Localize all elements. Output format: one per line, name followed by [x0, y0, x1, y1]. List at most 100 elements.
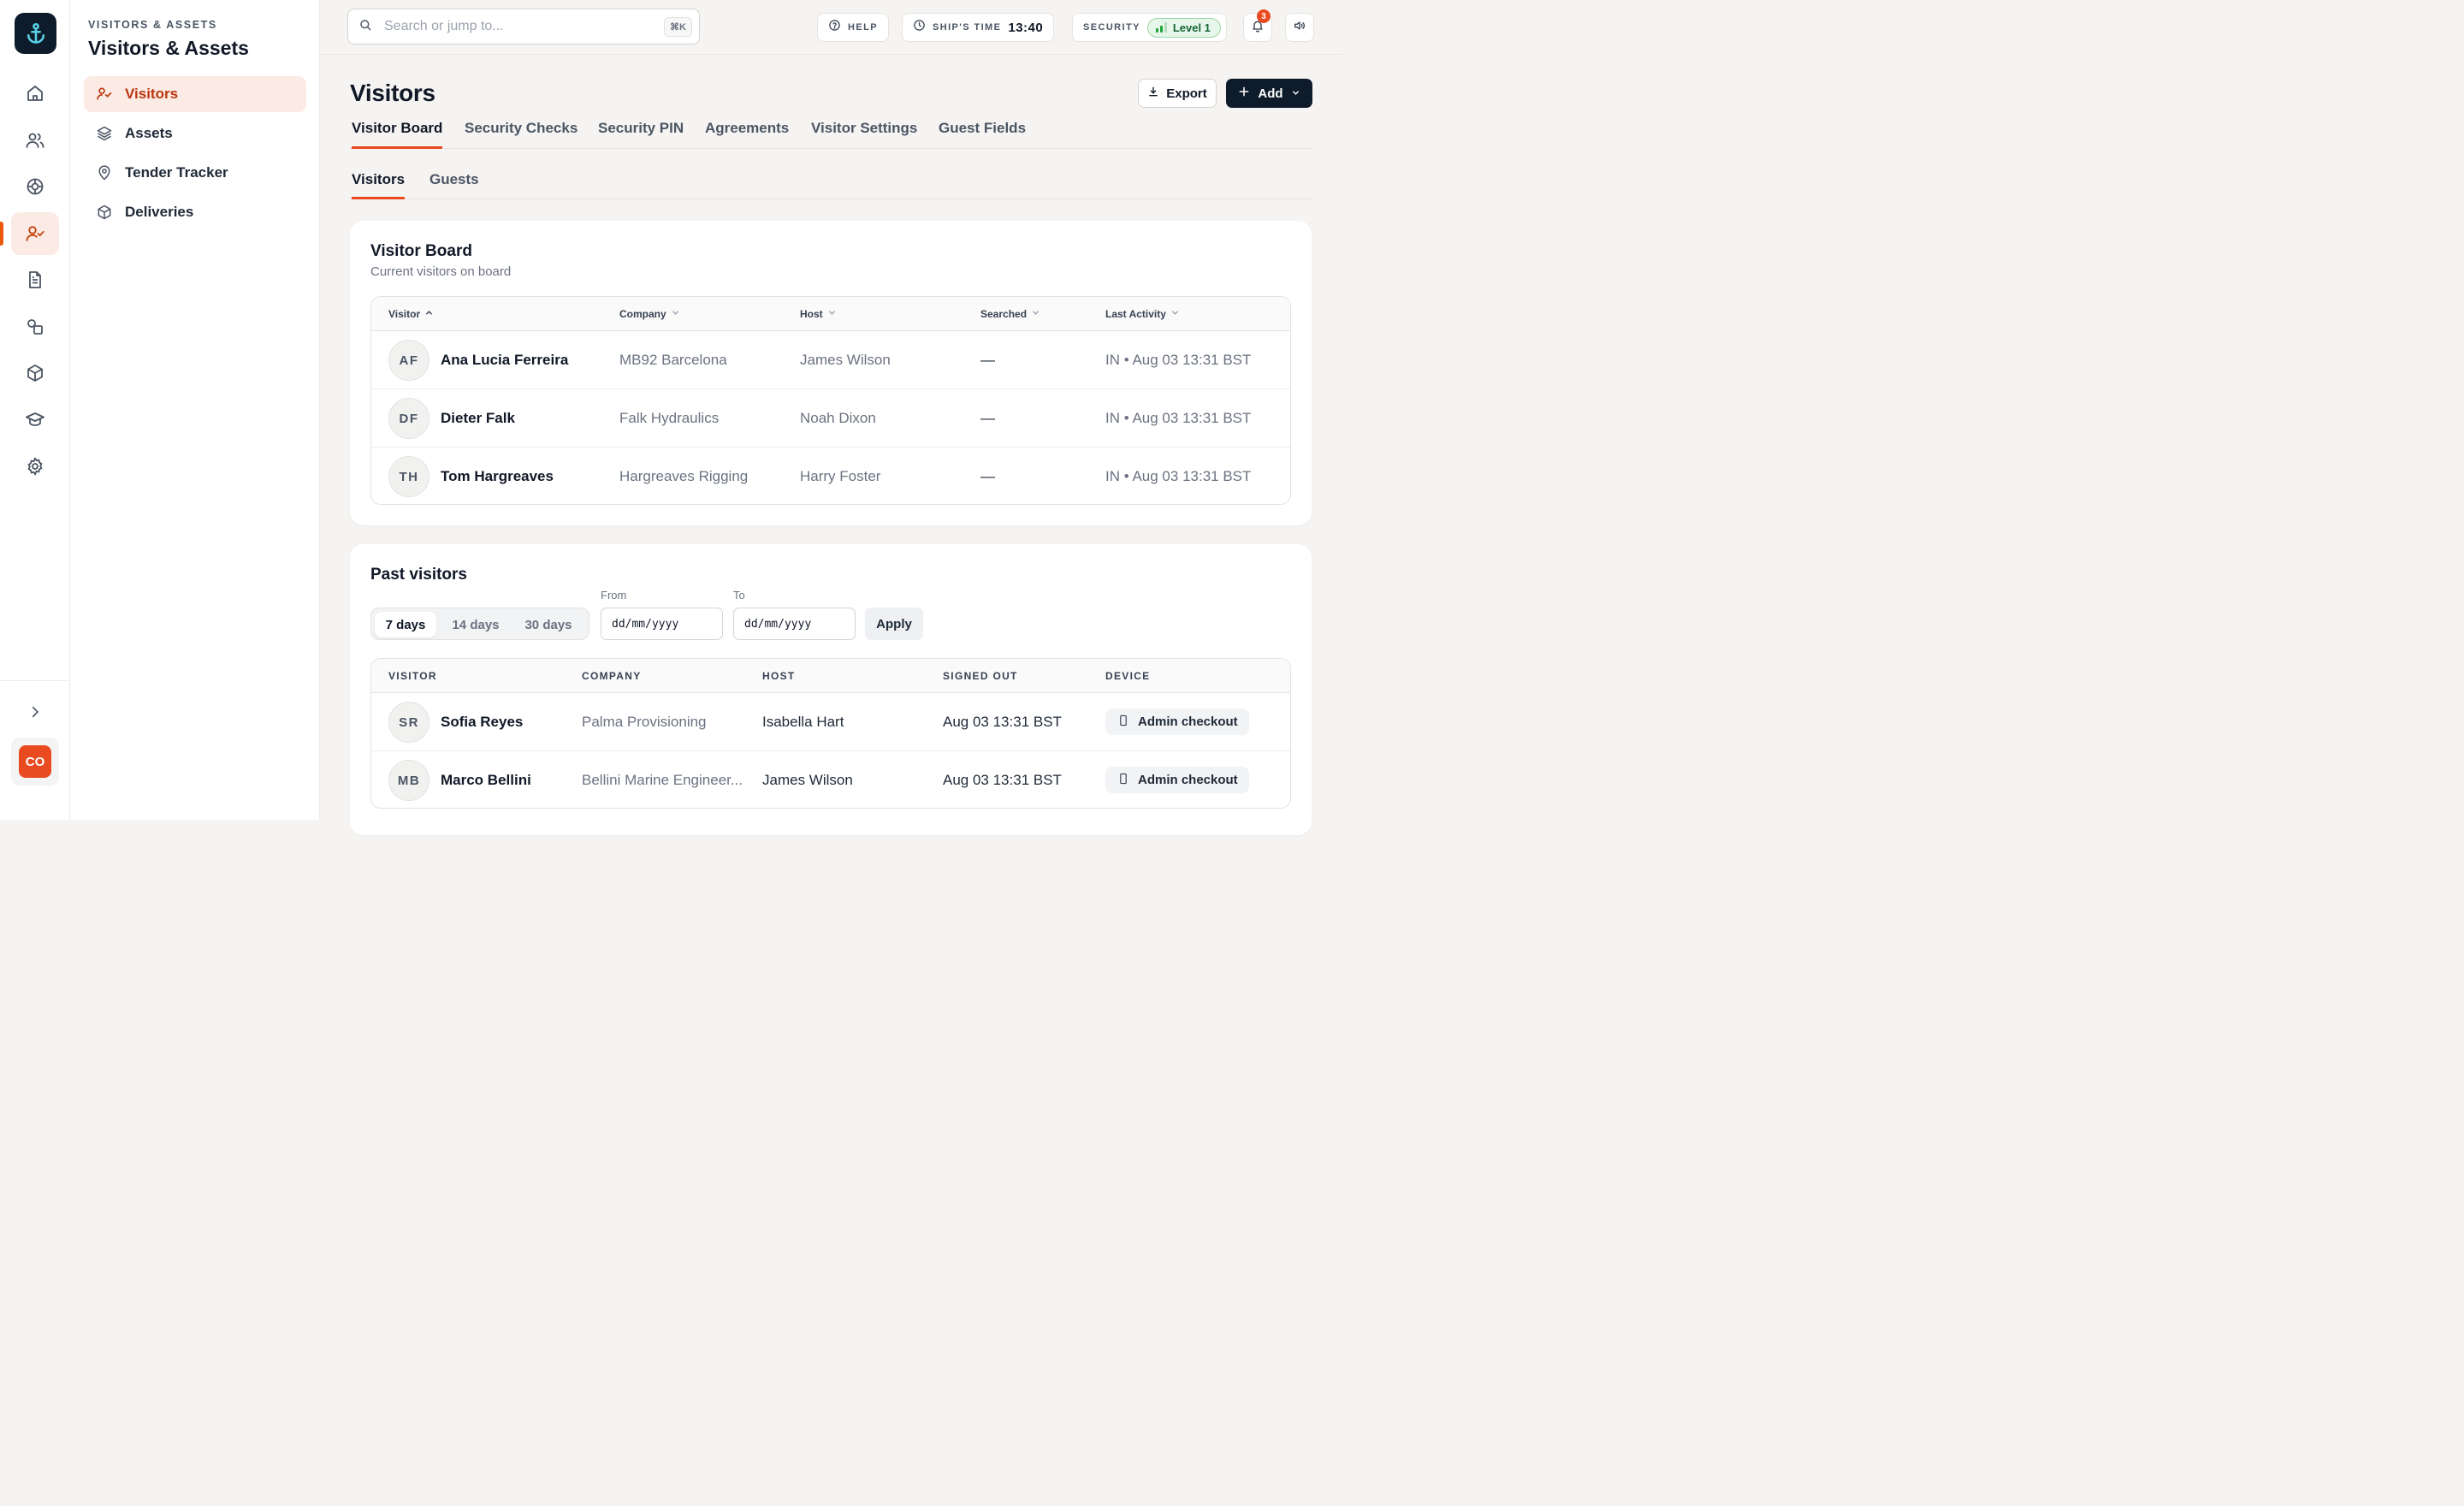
expand-chevron-icon[interactable] [22, 700, 48, 724]
notification-count-badge: 3 [1257, 9, 1270, 23]
gear-icon[interactable] [11, 445, 59, 488]
visitor-host: James Wilson [762, 772, 853, 788]
document-icon[interactable] [11, 258, 59, 301]
signal-bars-icon [1155, 22, 1167, 33]
announcement-button[interactable] [1285, 13, 1314, 42]
range-7-days[interactable]: 7 days [375, 612, 436, 637]
tab-security-checks[interactable]: Security Checks [465, 120, 578, 149]
chevron-down-icon [671, 308, 680, 320]
phone-icon [1117, 772, 1129, 789]
export-button[interactable]: Export [1138, 79, 1217, 108]
chevron-down-icon [1170, 308, 1180, 320]
column-header-host[interactable]: Host [800, 308, 837, 320]
security-label: SECURITY [1083, 22, 1140, 33]
device-badge: Admin checkout [1105, 767, 1249, 793]
column-header-searched[interactable]: Searched [980, 308, 1040, 320]
from-date-input[interactable]: dd/mm/yyyy [601, 608, 723, 640]
visitor-name: Tom Hargreaves [441, 468, 554, 484]
search-icon [358, 18, 372, 36]
column-header-device: DEVICE [1105, 670, 1151, 682]
visitor-last-activity: IN • Aug 03 13:31 BST [1105, 352, 1252, 368]
help-circle-icon [828, 19, 841, 36]
subtab-visitors[interactable]: Visitors [352, 171, 406, 199]
sidebar-item-label: Deliveries [125, 204, 194, 220]
page-title: Visitors [350, 80, 435, 106]
tab-security-pin[interactable]: Security PIN [598, 120, 684, 149]
page-tabs: Visitor Board Security Checks Security P… [350, 113, 1312, 149]
visitor-board-card: Visitor Board Current visitors on board … [350, 221, 1312, 525]
visitor-icon[interactable] [11, 212, 59, 255]
sidebar-item-deliveries[interactable]: Deliveries [84, 194, 306, 230]
search-shortcut: ⌘K [664, 16, 692, 37]
sidebar-item-tender-tracker[interactable]: Tender Tracker [84, 155, 306, 191]
column-header-signed-out: SIGNED OUT [943, 670, 1018, 682]
column-header-visitor[interactable]: Visitor [388, 308, 434, 320]
people-icon[interactable] [11, 119, 59, 162]
visitor-signed-out: Aug 03 13:31 BST [943, 772, 1062, 788]
sidebar-item-visitors[interactable]: Visitors [84, 76, 306, 112]
chevron-down-icon [1291, 86, 1300, 101]
add-button[interactable]: Add [1226, 79, 1312, 108]
sidebar-item-assets[interactable]: Assets [84, 116, 306, 151]
notifications-button[interactable]: 3 [1243, 9, 1272, 42]
sort-ascending-icon [424, 308, 434, 320]
visitor-name: Ana Lucia Ferreira [441, 352, 569, 368]
section-sidebar: VISITORS & ASSETS Visitors & Assets Visi… [70, 0, 320, 820]
user-check-icon [96, 86, 113, 103]
anchor-logo-icon[interactable] [15, 13, 56, 54]
box-icon [96, 204, 113, 221]
table-header: VISITOR COMPANY HOST SIGNED OUT DEVICE [371, 659, 1290, 693]
table-row[interactable]: TH Tom Hargreaves Hargreaves Rigging Har… [371, 448, 1290, 504]
avatar: TH [388, 456, 429, 497]
visitor-name: Marco Bellini [441, 772, 531, 788]
visitor-board-table: Visitor Company Host Searched Last Activ… [370, 296, 1291, 505]
avatar: MB [388, 760, 429, 801]
avatar: SR [388, 702, 429, 743]
ships-time-value: 13:40 [1008, 20, 1044, 35]
subtab-guests[interactable]: Guests [429, 171, 479, 199]
tab-visitor-settings[interactable]: Visitor Settings [811, 120, 917, 149]
column-header-last-activity[interactable]: Last Activity [1105, 308, 1180, 320]
sidebar-item-label: Visitors [125, 86, 179, 102]
sidebar-item-label: Assets [125, 125, 173, 141]
rail-divider [0, 680, 70, 681]
sidebar-title: Visitors & Assets [88, 37, 249, 59]
to-date-input[interactable]: dd/mm/yyyy [733, 608, 856, 640]
column-label: Searched [980, 308, 1028, 320]
range-14-days[interactable]: 14 days [441, 612, 510, 637]
avatar: DF [388, 398, 429, 439]
box-icon[interactable] [11, 352, 59, 394]
past-visitors-title: Past visitors [370, 566, 467, 584]
visitor-company: Palma Provisioning [582, 714, 707, 730]
table-row[interactable]: MB Marco Bellini Bellini Marine Engineer… [371, 751, 1290, 808]
visitor-last-activity: IN • Aug 03 13:31 BST [1105, 410, 1252, 426]
export-label: Export [1166, 86, 1207, 101]
column-header-company[interactable]: Company [619, 308, 680, 320]
tab-guest-fields[interactable]: Guest Fields [939, 120, 1026, 149]
user-menu[interactable]: CO [11, 738, 59, 786]
tab-agreements[interactable]: Agreements [705, 120, 789, 149]
to-label: To [733, 589, 745, 602]
visitor-company: Bellini Marine Engineer... [582, 772, 743, 788]
table-row[interactable]: SR Sofia Reyes Palma Provisioning Isabel… [371, 693, 1290, 751]
help-button[interactable]: HELP [817, 13, 889, 42]
table-row[interactable]: AF Ana Lucia Ferreira MB92 Barcelona Jam… [371, 331, 1290, 389]
shapes-icon[interactable] [11, 305, 59, 348]
date-range-toggle: 7 days 14 days 30 days [370, 608, 589, 640]
help-label: HELP [848, 22, 878, 33]
device-label: Admin checkout [1138, 714, 1238, 729]
home-icon[interactable] [11, 72, 59, 115]
graduation-cap-icon[interactable] [11, 398, 59, 441]
plus-icon [1238, 86, 1250, 101]
chevron-down-icon [827, 308, 837, 320]
visitor-host: Harry Foster [800, 468, 881, 484]
from-label: From [601, 589, 627, 602]
range-30-days[interactable]: 30 days [513, 612, 583, 637]
search-input[interactable]: Search or jump to... ⌘K [347, 9, 700, 44]
apply-button[interactable]: Apply [865, 608, 923, 640]
table-row[interactable]: DF Dieter Falk Falk Hydraulics Noah Dixo… [371, 389, 1290, 448]
security-status[interactable]: SECURITY Level 1 [1072, 13, 1227, 42]
tab-visitor-board[interactable]: Visitor Board [352, 120, 443, 149]
lifebuoy-icon[interactable] [11, 165, 59, 208]
visitor-host: Isabella Hart [762, 714, 844, 730]
